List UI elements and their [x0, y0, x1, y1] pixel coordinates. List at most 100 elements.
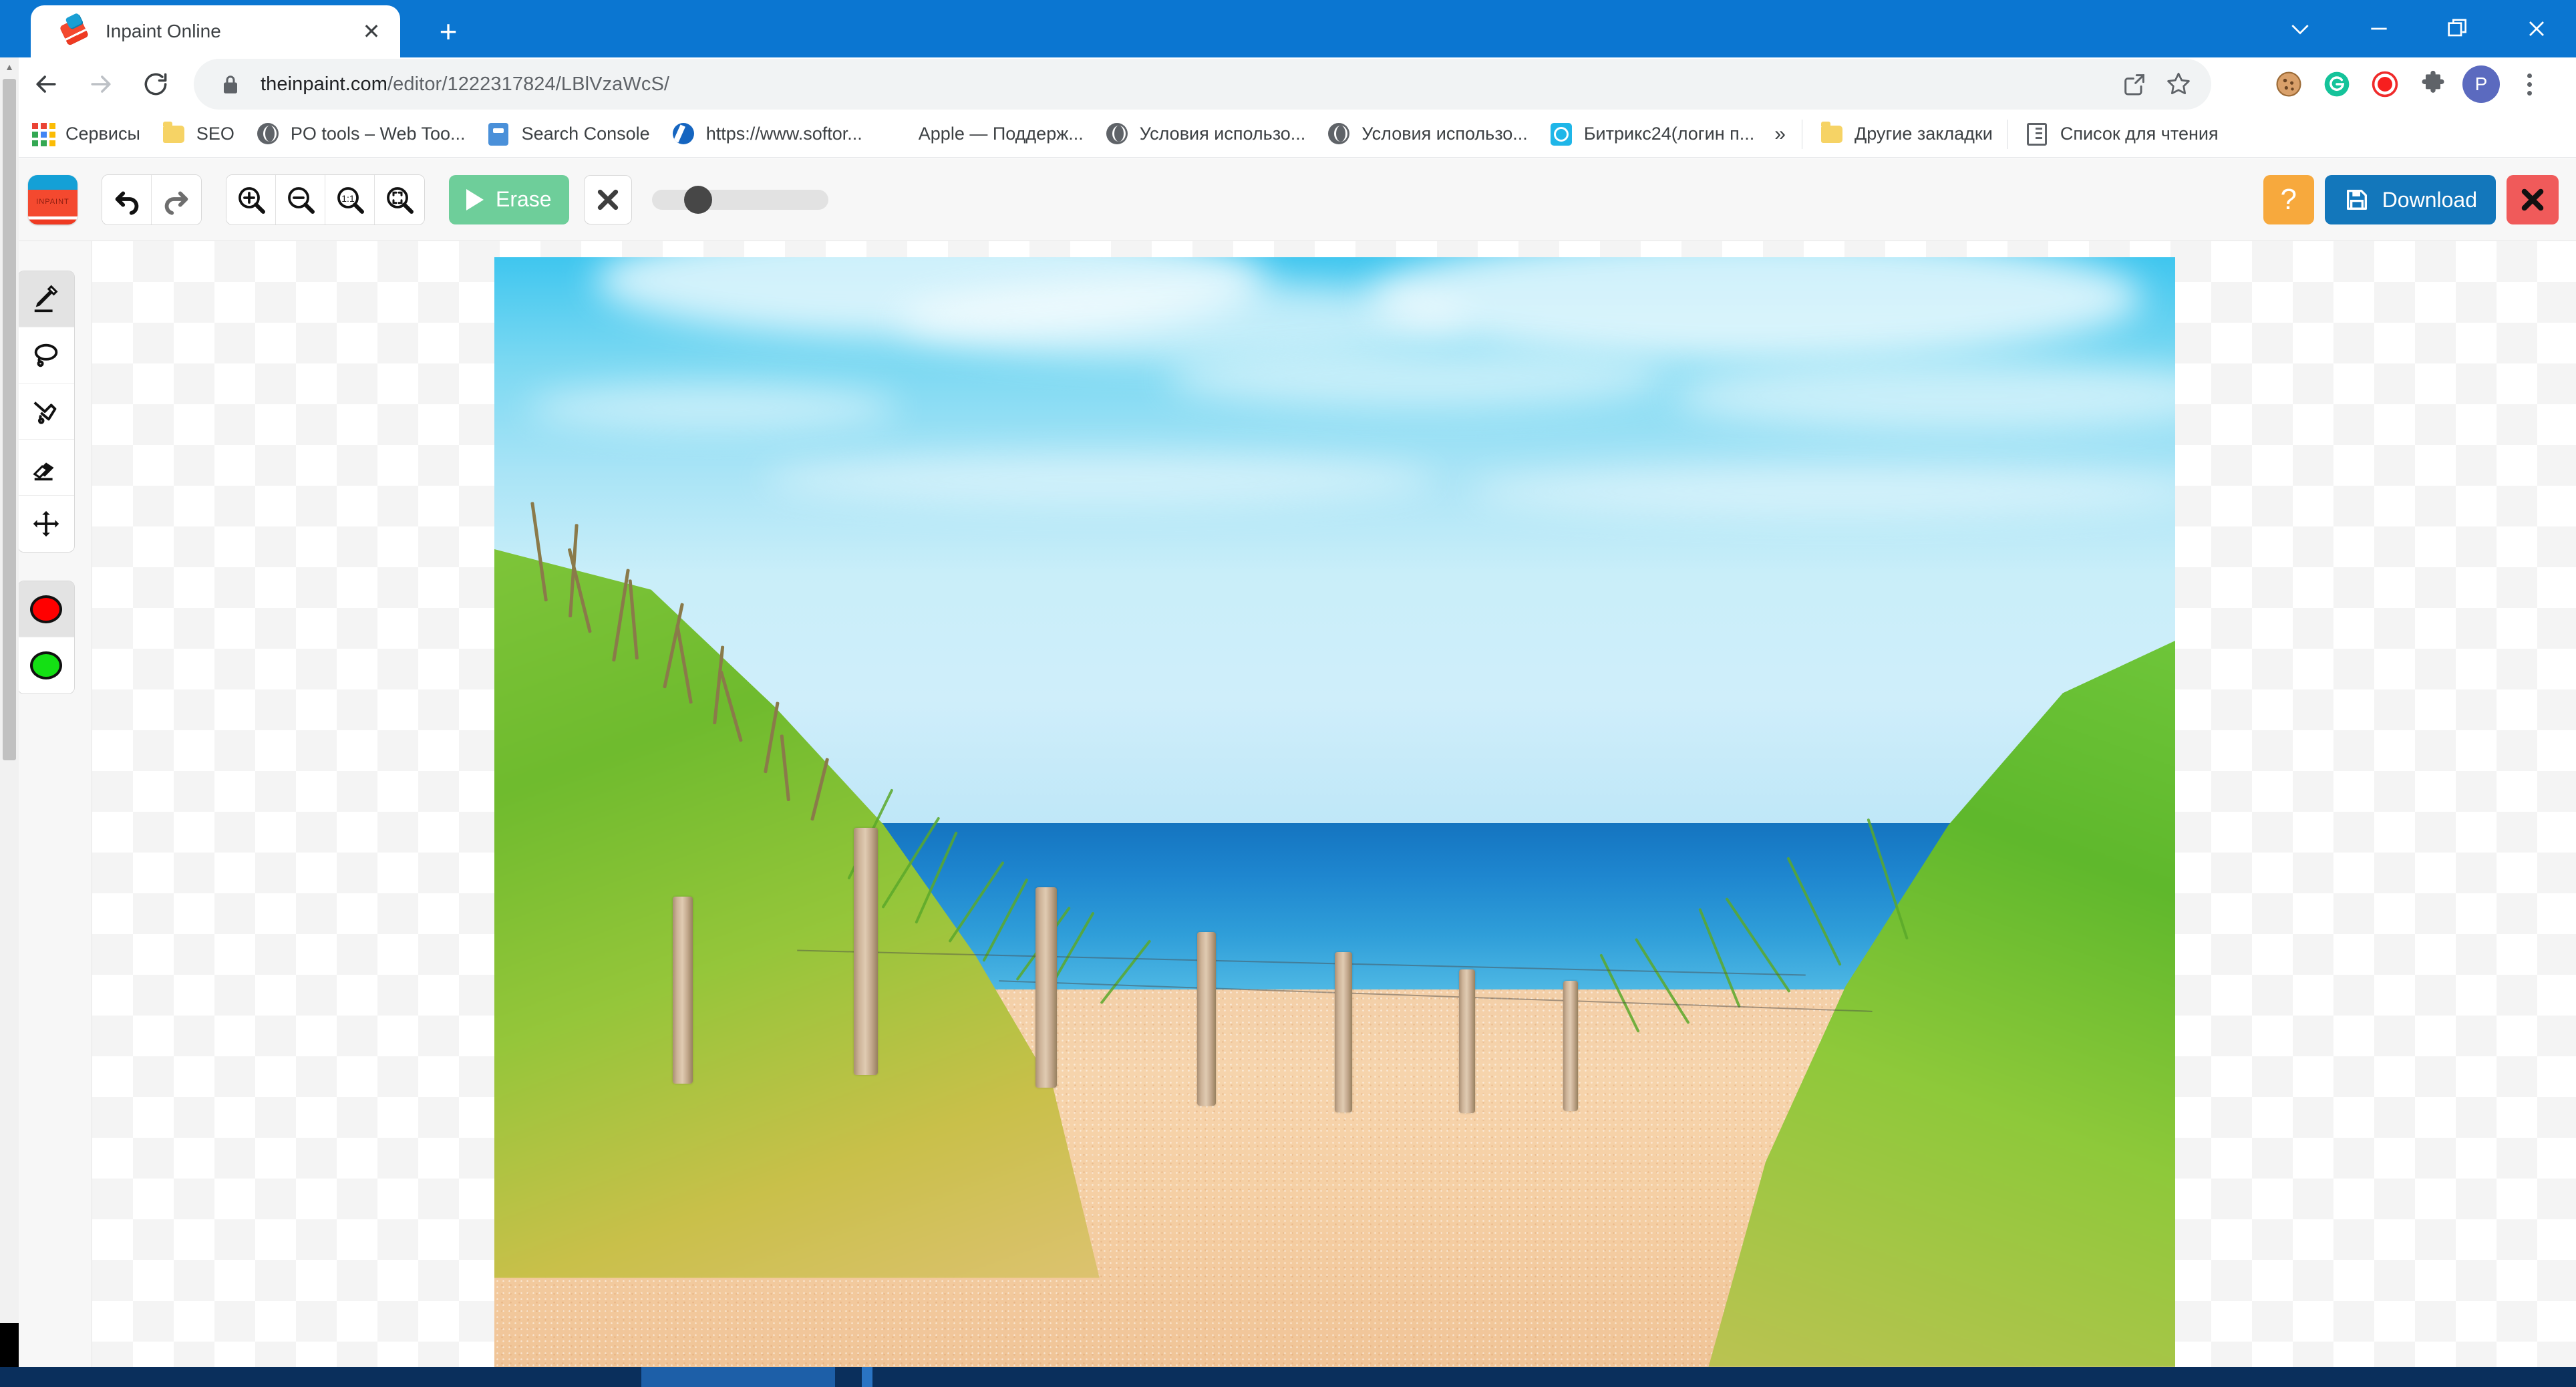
erase-button-label: Erase	[496, 187, 552, 211]
grammarly-extension-icon[interactable]	[2313, 60, 2361, 108]
slider-thumb[interactable]	[683, 185, 712, 214]
brush-size-slider[interactable]	[651, 175, 828, 224]
download-button-label: Download	[2382, 187, 2477, 212]
taskbar-item[interactable]	[641, 1367, 835, 1387]
zoom-fit-button[interactable]	[375, 174, 424, 224]
bookmark-terms-2[interactable]: Условия использо...	[1319, 116, 1537, 153]
apple-icon	[885, 123, 908, 146]
help-button[interactable]: ?	[2263, 175, 2314, 224]
restore-icon[interactable]	[2418, 0, 2497, 57]
tab-close-icon[interactable]: ✕	[355, 15, 388, 48]
play-triangle-icon	[466, 188, 484, 210]
bookmarks-divider	[2007, 119, 2008, 149]
scroll-up-arrow-icon[interactable]: ▲	[0, 57, 19, 76]
bitrix24-icon	[1550, 122, 1573, 146]
site-security-lock-icon[interactable]	[220, 73, 240, 96]
red-dot-icon	[29, 595, 62, 623]
eraser-tool[interactable]	[17, 440, 74, 496]
bookmark-servisy[interactable]: Сервисы	[23, 116, 150, 153]
bookmark-bitrix24[interactable]: Битрикс24(логин п...	[1541, 116, 1764, 153]
zoom-out-button[interactable]	[276, 174, 325, 224]
globe-icon	[1106, 122, 1129, 146]
green-dot-icon	[29, 651, 62, 679]
move-tool[interactable]	[17, 496, 74, 552]
bookmark-apple-support[interactable]: Apple — Поддерж...	[876, 116, 1093, 153]
back-button[interactable]	[19, 57, 73, 111]
bookmark-label: https://www.softor...	[705, 124, 862, 144]
history-button-group	[102, 174, 202, 225]
avatar-initial: P	[2462, 65, 2500, 103]
bookmark-label: Search Console	[521, 124, 650, 144]
reading-list-button[interactable]: Список для чтения	[2018, 116, 2228, 153]
erase-button[interactable]: Erase	[449, 174, 569, 224]
taskbar	[0, 1367, 2576, 1387]
lasso-tool[interactable]	[17, 327, 74, 383]
window-scrollbar[interactable]: ▲ ▼	[0, 57, 19, 1367]
profile-avatar[interactable]: P	[2457, 60, 2505, 108]
bookmark-label: PO tools – Web Too...	[290, 124, 466, 144]
tab-favicon-icon	[59, 17, 90, 46]
color-group	[17, 581, 75, 694]
screen-recorder-icon[interactable]	[2361, 60, 2409, 108]
bookmark-po-tools[interactable]: PO tools – Web Too...	[248, 116, 475, 153]
editor-canvas[interactable]	[92, 241, 2576, 1367]
omnibox-actions	[2112, 59, 2201, 110]
close-window-icon[interactable]	[2497, 0, 2576, 57]
address-bar[interactable]: theinpaint.com/editor/1222317824/LBlVzaW…	[194, 59, 2211, 110]
close-editor-button[interactable]	[2507, 175, 2559, 224]
editor-toolbar: INPAINT 1:1 Erase ? Download	[0, 158, 2576, 241]
red-mask-color-swatch[interactable]	[17, 581, 74, 637]
forward-button[interactable]	[73, 57, 128, 111]
tab-search-chevron-icon[interactable]	[2261, 0, 2340, 57]
globe-icon	[1328, 122, 1351, 146]
browser-tab-inpaint-online[interactable]: Inpaint Online ✕	[31, 5, 400, 57]
green-donor-color-swatch[interactable]	[17, 637, 74, 694]
browser-window: Inpaint Online ✕ + theinpaint.com/editor…	[0, 0, 2576, 1387]
bookmark-terms-1[interactable]: Условия использо...	[1097, 116, 1315, 153]
kebab-menu-icon[interactable]	[2505, 60, 2553, 108]
new-tab-button[interactable]: +	[428, 11, 469, 52]
cookie-extension-icon[interactable]	[2265, 60, 2313, 108]
window-controls	[2261, 0, 2576, 57]
softonic-icon	[672, 122, 695, 146]
polygon-lasso-tool[interactable]	[17, 383, 74, 440]
scrollbar-thumb[interactable]	[3, 79, 16, 760]
other-bookmarks-label: Другие закладки	[1854, 124, 1993, 144]
bookmark-seo[interactable]: SEO	[154, 116, 244, 153]
extension-toolbar: P	[2265, 59, 2553, 110]
clear-selection-button[interactable]	[583, 174, 632, 224]
source-photo[interactable]	[494, 257, 2175, 1367]
globe-icon	[257, 122, 280, 146]
other-bookmarks-button[interactable]: Другие закладки	[1812, 116, 2002, 153]
logo-text: INPAINT	[36, 197, 69, 206]
bookmark-label: Условия использо...	[1139, 124, 1306, 144]
inpaint-logo[interactable]: INPAINT	[28, 174, 77, 224]
bookmark-star-icon[interactable]	[2156, 62, 2201, 106]
taskbar-item[interactable]	[862, 1367, 872, 1387]
slider-track	[651, 189, 828, 210]
folder-icon	[162, 121, 186, 146]
bookmark-search-console[interactable]: Search Console	[479, 116, 659, 153]
extensions-puzzle-icon[interactable]	[2409, 60, 2457, 108]
folder-icon	[1820, 121, 1844, 146]
redo-button[interactable]	[152, 174, 201, 224]
apps-grid-icon	[32, 122, 55, 146]
address-bar-url: theinpaint.com/editor/1222317824/LBlVzaW…	[261, 73, 669, 96]
reading-list-label: Список для чтения	[2060, 124, 2219, 144]
zoom-actual-size-button[interactable]: 1:1	[325, 174, 375, 224]
zoom-in-button[interactable]	[226, 174, 276, 224]
bookmark-softonic[interactable]: https://www.softor...	[663, 116, 872, 153]
url-path: /editor/1222317824/LBlVzaWcS/	[387, 73, 670, 95]
download-button[interactable]: Download	[2324, 175, 2496, 224]
reload-button[interactable]	[128, 57, 183, 111]
svg-text:1:1: 1:1	[341, 193, 355, 204]
share-icon[interactable]	[2112, 62, 2156, 106]
bookmark-label: Apple — Поддерж...	[918, 124, 1084, 144]
marker-tool[interactable]	[17, 271, 74, 327]
bookmark-label: SEO	[196, 124, 234, 144]
minimize-icon[interactable]	[2340, 0, 2418, 57]
bookmarks-overflow-button[interactable]: »	[1764, 123, 1796, 146]
floppy-save-icon	[2346, 190, 2367, 210]
search-console-icon	[488, 122, 511, 146]
undo-button[interactable]	[102, 174, 152, 224]
